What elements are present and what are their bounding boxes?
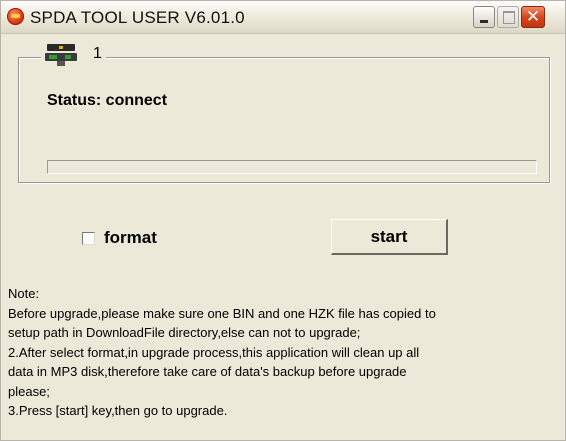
note-line: 2.After select format,in upgrade process…: [8, 344, 420, 360]
maximize-button[interactable]: [497, 6, 519, 28]
maximize-icon: [503, 11, 515, 24]
window-title: SPDA TOOL USER V6.01.0: [30, 8, 245, 27]
device-legend: 1: [41, 42, 106, 66]
app-icon[interactable]: [7, 8, 24, 25]
note-line: Before upgrade,please make sure one BIN …: [8, 305, 436, 321]
format-option[interactable]: format: [82, 228, 157, 248]
close-icon: ✕: [525, 7, 541, 27]
minimize-icon: [480, 20, 488, 23]
note-text: Note: Before upgrade,please make sure one…: [8, 284, 560, 421]
note-line: Note:: [8, 286, 40, 301]
start-button[interactable]: start: [331, 219, 448, 255]
note-line: 3.Press [start] key,then go to upgrade.: [8, 403, 228, 418]
title-bar[interactable]: SPDA TOOL USER V6.01.0 ✕: [1, 1, 565, 34]
progress-bar: [47, 160, 537, 174]
app-window: SPDA TOOL USER V6.01.0 ✕ 1 Status: conne…: [0, 0, 566, 441]
note-line: data in MP3 disk,therefore take care of …: [8, 364, 407, 379]
note-line: setup path in DownloadFile directory,els…: [8, 325, 361, 340]
device-number: 1: [93, 45, 102, 62]
minimize-button[interactable]: [473, 6, 495, 28]
format-label[interactable]: format: [104, 228, 157, 248]
status-text: Status: connect: [47, 92, 168, 109]
device-groupbox: 1 Status: connect: [18, 42, 550, 183]
format-checkbox[interactable]: [82, 231, 95, 245]
close-button[interactable]: ✕: [521, 6, 545, 28]
device-board-icon: [45, 42, 79, 66]
note-line: please;: [8, 383, 50, 399]
